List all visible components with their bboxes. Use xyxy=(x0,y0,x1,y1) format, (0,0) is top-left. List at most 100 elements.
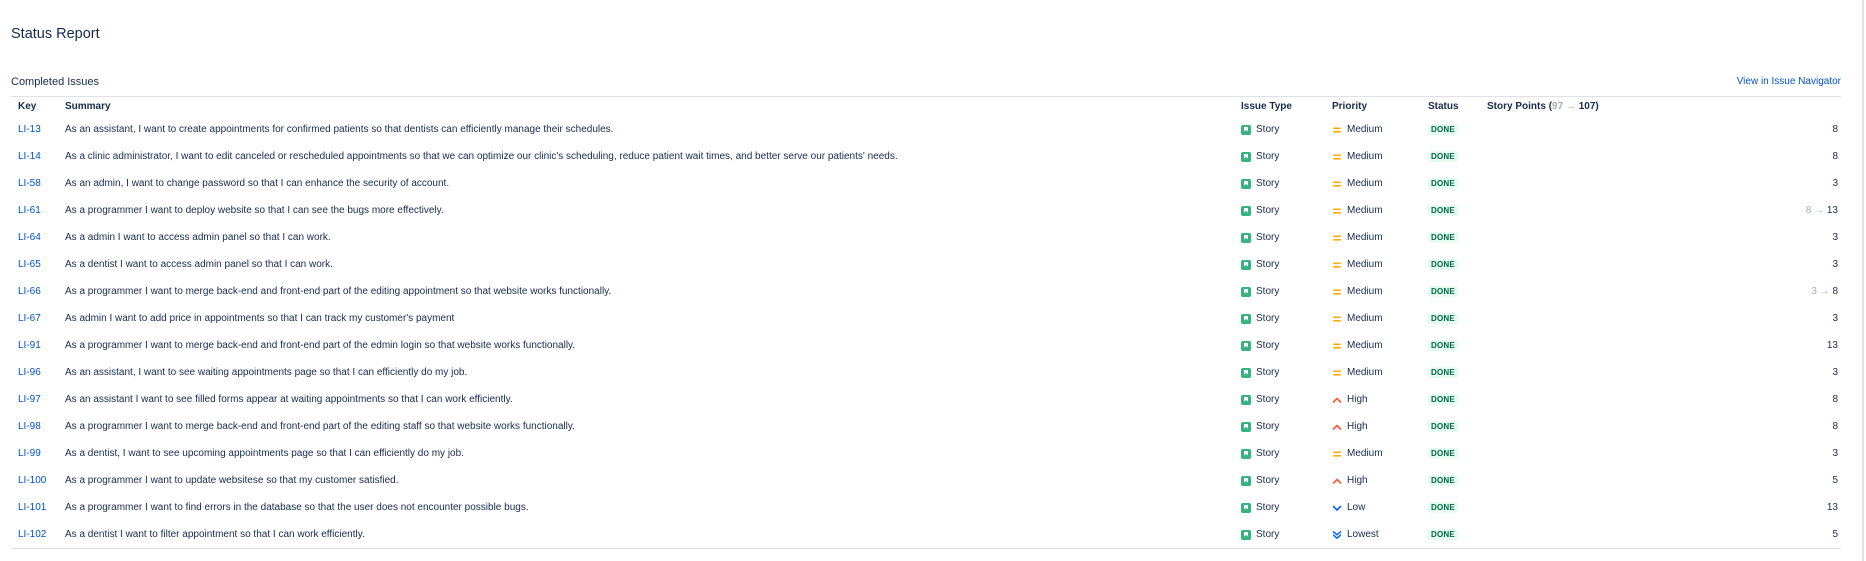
priority-cell: Low xyxy=(1325,494,1421,521)
story-points-cell: 8 xyxy=(1480,143,1841,170)
section-header: Completed Issues View in Issue Navigator xyxy=(11,76,1841,97)
issue-key-link[interactable]: LI-101 xyxy=(18,502,46,513)
table-row: LI-102 As a dentist I want to filter appo… xyxy=(11,521,1841,548)
table-row: LI-65 As a dentist I want to access admin… xyxy=(11,251,1841,278)
scrollbar[interactable] xyxy=(1862,0,1864,561)
issue-key-link[interactable]: LI-91 xyxy=(18,340,41,351)
story-points-cell: 3 → 8 xyxy=(1480,278,1841,305)
story-points-value: 8 xyxy=(1832,286,1838,297)
column-header-issue-type[interactable]: Issue Type xyxy=(1234,97,1325,116)
priority-cell: Medium xyxy=(1325,359,1421,386)
story-icon xyxy=(1241,205,1251,216)
status-badge: DONE xyxy=(1428,178,1458,189)
story-points-cell: 8 → 13 xyxy=(1480,197,1841,224)
key-cell: LI-96 xyxy=(11,359,58,386)
issue-key-link[interactable]: LI-67 xyxy=(18,313,41,324)
story-icon xyxy=(1241,232,1251,243)
story-points-value: 5 xyxy=(1832,475,1838,486)
status-badge: DONE xyxy=(1428,340,1458,351)
issue-key-link[interactable]: LI-102 xyxy=(18,529,46,540)
issue-type-label: Story xyxy=(1256,313,1280,324)
issue-key-link[interactable]: LI-65 xyxy=(18,259,41,270)
issue-key-link[interactable]: LI-58 xyxy=(18,178,41,189)
issue-type-cell: Story xyxy=(1234,143,1325,170)
priority-cell: Medium xyxy=(1325,170,1421,197)
issue-type-cell: Story xyxy=(1234,359,1325,386)
issue-key-link[interactable]: LI-64 xyxy=(18,232,41,243)
story-icon xyxy=(1241,286,1251,297)
status-cell: DONE xyxy=(1421,278,1480,305)
issue-type-cell: Story xyxy=(1234,467,1325,494)
priority-cell: Medium xyxy=(1325,116,1421,143)
table-row: LI-58 As an admin, I want to change passw… xyxy=(11,170,1841,197)
key-cell: LI-101 xyxy=(11,494,58,521)
status-badge: DONE xyxy=(1428,205,1458,216)
story-icon xyxy=(1241,124,1251,135)
issue-type-label: Story xyxy=(1256,286,1280,297)
table-bottom-border-cell xyxy=(11,548,1841,549)
key-cell: LI-98 xyxy=(11,413,58,440)
issue-key-link[interactable]: LI-66 xyxy=(18,286,41,297)
key-cell: LI-100 xyxy=(11,467,58,494)
summary-cell: As a clinic administrator, I want to edi… xyxy=(65,151,898,162)
story-icon xyxy=(1241,367,1251,378)
status-cell: DONE xyxy=(1421,413,1480,440)
issue-key-link[interactable]: LI-100 xyxy=(18,475,46,486)
medium-priority-icon xyxy=(1332,260,1342,270)
story-icon xyxy=(1241,448,1251,459)
issue-type-label: Story xyxy=(1256,151,1280,162)
issue-key-link[interactable]: LI-96 xyxy=(18,367,41,378)
issue-key-link[interactable]: LI-61 xyxy=(18,205,41,216)
issue-type-label: Story xyxy=(1256,232,1280,243)
summary-cell: As a dentist, I want to see upcoming app… xyxy=(65,448,464,459)
page-title: Status Report xyxy=(11,26,100,42)
issue-key-link[interactable]: LI-14 xyxy=(18,151,41,162)
table-row: LI-100 As a programmer I want to update w… xyxy=(11,467,1841,494)
priority-label: Medium xyxy=(1347,124,1383,135)
story-points-old-total: 97 xyxy=(1552,101,1564,112)
issue-type-label: Story xyxy=(1256,394,1280,405)
story-points-value: 5 xyxy=(1832,529,1838,540)
column-header-key[interactable]: Key xyxy=(11,97,58,116)
medium-priority-icon xyxy=(1332,179,1342,189)
key-cell: LI-66 xyxy=(11,278,58,305)
view-in-issue-navigator-link[interactable]: View in Issue Navigator xyxy=(1737,76,1841,87)
issue-type-label: Story xyxy=(1256,529,1280,540)
issue-type-label: Story xyxy=(1256,259,1280,270)
status-badge: DONE xyxy=(1428,286,1458,297)
column-header-story-points[interactable]: Story Points (97 → 107) xyxy=(1480,97,1841,116)
key-cell: LI-65 xyxy=(11,251,58,278)
column-header-status[interactable]: Status xyxy=(1421,97,1480,116)
issue-key-link[interactable]: LI-98 xyxy=(18,421,41,432)
story-points-value: 3 xyxy=(1832,313,1838,324)
summary-cell: As admin I want to add price in appointm… xyxy=(65,313,455,324)
high-priority-icon xyxy=(1332,395,1342,405)
medium-priority-icon xyxy=(1332,233,1342,243)
priority-label: High xyxy=(1347,421,1368,432)
status-cell: DONE xyxy=(1421,467,1480,494)
issue-key-link[interactable]: LI-13 xyxy=(18,124,41,135)
story-points-close-paren: ) xyxy=(1595,101,1599,112)
issue-key-link[interactable]: LI-97 xyxy=(18,394,41,405)
priority-label: Medium xyxy=(1347,367,1383,378)
medium-priority-icon xyxy=(1332,449,1342,459)
story-icon xyxy=(1241,394,1251,405)
summary-cell: As a programmer I want to update website… xyxy=(65,475,399,486)
status-cell: DONE xyxy=(1421,305,1480,332)
story-points-value: 3 xyxy=(1832,367,1838,378)
priority-label: Medium xyxy=(1347,340,1383,351)
table-header-row: Key Summary Issue Type Priority Status S… xyxy=(11,97,1841,116)
status-cell: DONE xyxy=(1421,224,1480,251)
issue-type-label: Story xyxy=(1256,367,1280,378)
medium-priority-icon xyxy=(1332,341,1342,351)
key-cell: LI-67 xyxy=(11,305,58,332)
key-cell: LI-61 xyxy=(11,197,58,224)
story-points-cell: 3 xyxy=(1480,305,1841,332)
summary-cell: As a programmer I want to merge back-end… xyxy=(65,421,575,432)
issue-key-link[interactable]: LI-99 xyxy=(18,448,41,459)
story-points-cell: 3 xyxy=(1480,251,1841,278)
column-header-summary[interactable]: Summary xyxy=(58,97,1234,116)
priority-cell: Medium xyxy=(1325,440,1421,467)
column-header-priority[interactable]: Priority xyxy=(1325,97,1421,116)
story-points-cell: 8 xyxy=(1480,386,1841,413)
